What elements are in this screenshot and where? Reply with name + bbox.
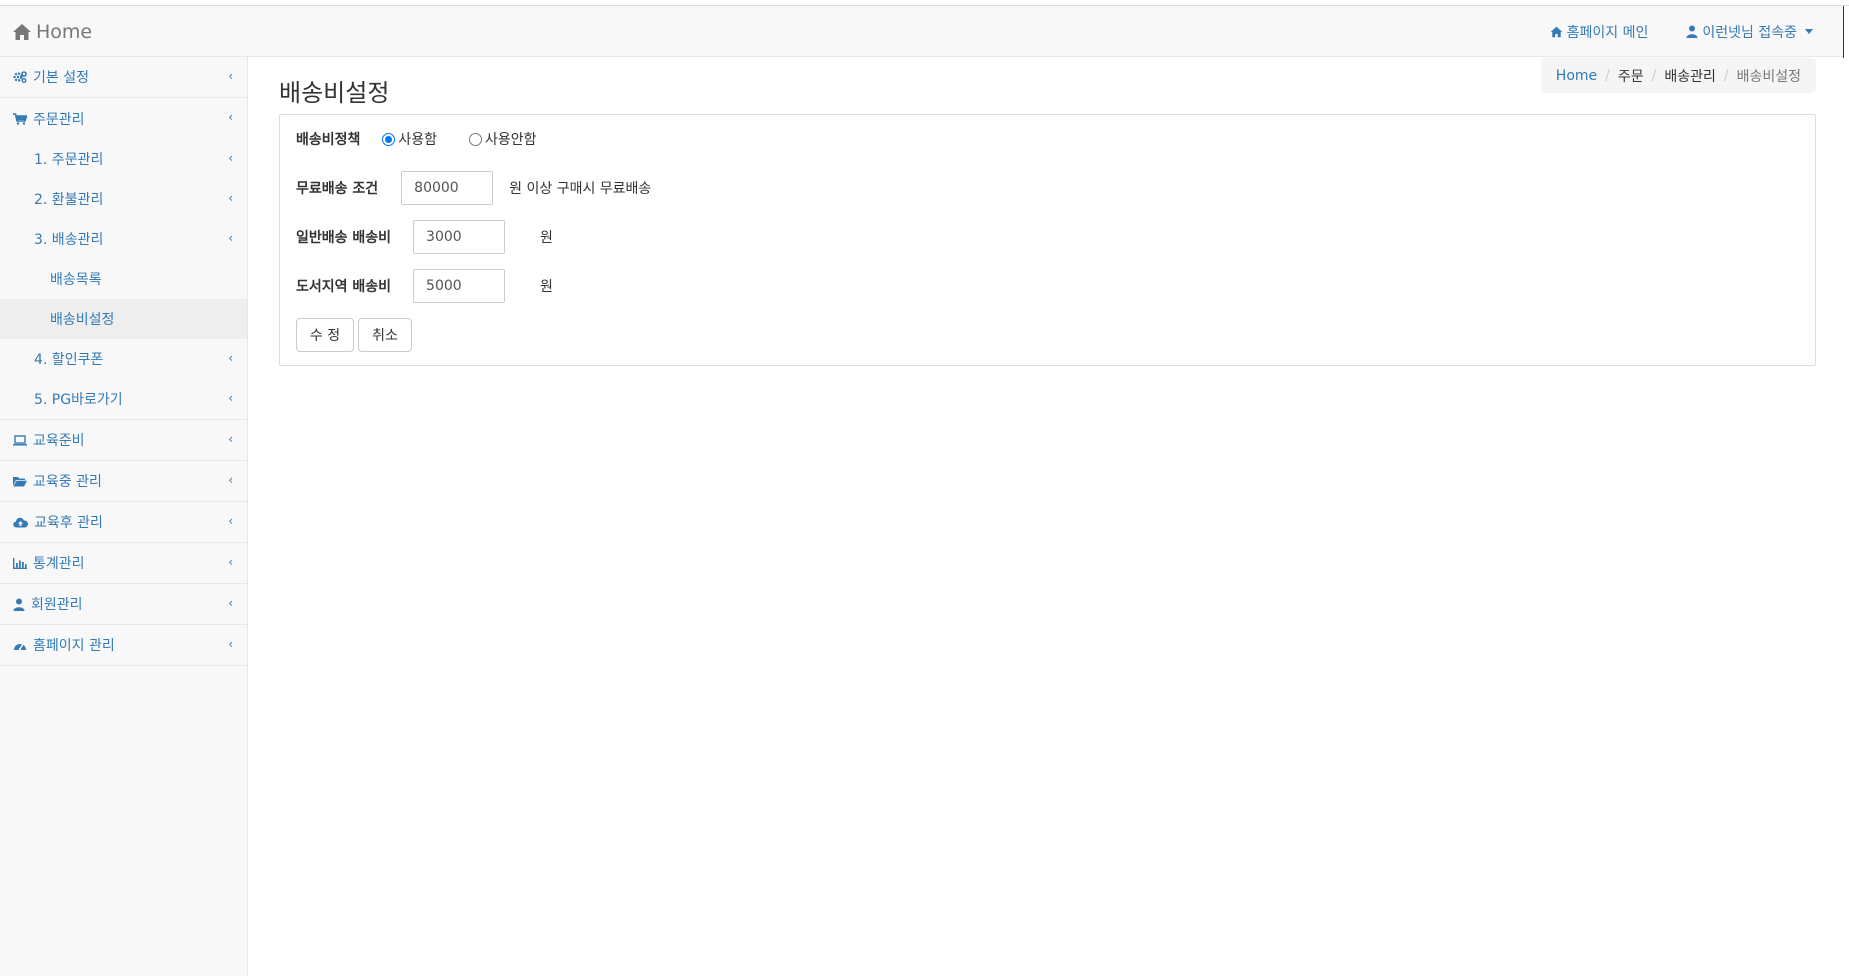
sidebar-subitem-shipping-list[interactable]: 배송목록 [0, 259, 247, 299]
shipping-fee-form-panel: 배송비정책 사용함 사용안함 무료배송 조건 원 이상 구매시 무료배송 일반배… [279, 114, 1816, 366]
user-menu-dropdown[interactable]: 이런넷님 접속중 [1686, 22, 1813, 42]
sidebar-item-education-prep[interactable]: 교육준비 ‹ [0, 420, 247, 461]
user-icon [13, 598, 25, 611]
laptop-icon [13, 434, 27, 446]
normal-shipping-fee-input[interactable] [413, 220, 506, 254]
sidebar-item-label: 기본 설정 [33, 70, 89, 86]
sidebar-item-members[interactable]: 회원관리 ‹ [0, 584, 247, 625]
app-root: Home 홈페이지 메인 이런넷님 접속중 기본 설정 ‹ 주문관리 ‹ 1. … [0, 0, 1849, 976]
user-icon [1686, 25, 1698, 38]
sidebar-item-education-ongoing[interactable]: 교육중 관리 ‹ [0, 461, 247, 502]
normal-shipping-label: 일반배송 배송비 [296, 230, 392, 246]
chevron-left-icon: ‹ [228, 432, 233, 446]
page-title: 배송비설정 [279, 79, 390, 107]
free-shipping-label: 무료배송 조건 [296, 181, 379, 197]
home-icon [12, 23, 32, 41]
sidebar-item-label: 5. PG바로가기 [34, 392, 123, 408]
homepage-main-link[interactable]: 홈페이지 메인 [1550, 22, 1649, 42]
top-navbar: Home 홈페이지 메인 이런넷님 접속중 [0, 6, 1843, 57]
sidebar-subitem-orders[interactable]: 1. 주문관리 ‹ [0, 139, 247, 179]
sidebar-item-basic-settings[interactable]: 기본 설정 ‹ [0, 57, 247, 98]
island-shipping-label: 도서지역 배송비 [296, 279, 392, 295]
normal-shipping-unit: 원 [540, 230, 553, 246]
policy-row: 배송비정책 사용함 사용안함 [296, 129, 537, 149]
navbar-right: 홈페이지 메인 이런넷님 접속중 [1550, 6, 1813, 57]
dashboard-icon [13, 640, 27, 651]
user-menu-label: 이런넷님 접속중 [1702, 24, 1797, 41]
breadcrumb-shipping: 배송관리 [1664, 68, 1716, 85]
free-shipping-unit: 원 이상 구매시 무료배송 [509, 181, 652, 197]
breadcrumb-separator: / [1723, 67, 1729, 84]
chevron-left-icon: ‹ [228, 637, 233, 651]
sidebar-item-label: 주문관리 [33, 111, 85, 128]
window-right-edge [1843, 6, 1849, 58]
breadcrumb-order: 주문 [1617, 68, 1644, 85]
sidebar-item-label: 교육중 관리 [33, 474, 102, 490]
chevron-left-icon: ‹ [228, 351, 233, 365]
sidebar-item-order-management[interactable]: 주문관리 ‹ [0, 98, 247, 139]
policy-on-option[interactable]: 사용함 [382, 129, 437, 149]
brand-home-link[interactable]: Home [12, 19, 92, 45]
chevron-left-icon: ‹ [228, 191, 233, 205]
caret-down-icon [1805, 29, 1813, 34]
breadcrumb-separator: / [1605, 67, 1610, 84]
sidebar-item-label: 3. 배송관리 [34, 232, 104, 248]
homepage-main-label: 홈페이지 메인 [1566, 24, 1649, 41]
sidebar-item-label: 교육후 관리 [34, 515, 103, 531]
home-icon [1550, 26, 1563, 38]
sidebar-item-label: 회원관리 [31, 597, 83, 613]
chevron-left-icon: ‹ [228, 555, 233, 569]
breadcrumb-separator: / [1651, 67, 1657, 84]
sidebar-subitem-shipping-fee-settings[interactable]: 배송비설정 [0, 299, 247, 339]
sidebar-item-homepage-management[interactable]: 홈페이지 관리 ‹ [0, 625, 247, 666]
sidebar-item-label: 2. 환불관리 [34, 192, 104, 208]
breadcrumb: Home / 주문 / 배송관리 / 배송비설정 [1540, 58, 1816, 93]
chevron-left-icon: ‹ [228, 514, 233, 528]
island-shipping-row: 도서지역 배송비 원 [296, 269, 553, 303]
breadcrumb-home-link[interactable]: Home [1556, 68, 1597, 84]
sidebar-item-label: 1. 주문관리 [34, 152, 104, 168]
sidebar-item-statistics[interactable]: 통계관리 ‹ [0, 543, 247, 584]
sidebar-item-label: 배송목록 [50, 272, 102, 288]
sidebar-subitem-coupons[interactable]: 4. 할인쿠폰 ‹ [0, 339, 247, 379]
sidebar-item-label: 4. 할인쿠폰 [34, 352, 104, 368]
sidebar-item-label: 통계관리 [33, 556, 85, 572]
normal-shipping-row: 일반배송 배송비 원 [296, 220, 553, 254]
cart-icon [13, 112, 27, 125]
sidebar-item-label: 홈페이지 관리 [33, 638, 115, 654]
policy-label: 배송비정책 [296, 132, 361, 148]
policy-off-label: 사용안함 [485, 132, 537, 148]
save-button[interactable]: 수 정 [296, 318, 354, 352]
sidebar-item-label: 교육준비 [33, 433, 85, 449]
brand-label: Home [36, 21, 93, 43]
sidebar-subitem-shipping[interactable]: 3. 배송관리 ‹ [0, 219, 247, 259]
island-shipping-unit: 원 [540, 279, 553, 295]
sidebar-subitem-pg[interactable]: 5. PG바로가기 ‹ [0, 379, 247, 420]
form-actions: 수 정 취소 [296, 318, 412, 352]
chevron-left-icon: ‹ [228, 473, 233, 487]
chevron-left-icon: ‹ [228, 231, 233, 245]
free-shipping-row: 무료배송 조건 원 이상 구매시 무료배송 [296, 171, 651, 205]
folder-open-icon [13, 476, 27, 487]
chevron-left-icon: ‹ [228, 151, 233, 165]
breadcrumb-current: 배송비설정 [1736, 68, 1801, 85]
policy-on-label: 사용함 [398, 132, 438, 148]
island-shipping-fee-input[interactable] [413, 269, 506, 303]
sidebar-subitem-refunds[interactable]: 2. 환불관리 ‹ [0, 179, 247, 219]
chevron-left-icon: ‹ [228, 69, 233, 83]
free-shipping-threshold-input[interactable] [401, 171, 494, 205]
policy-off-radio[interactable] [469, 132, 483, 146]
sidebar-item-education-after[interactable]: 교육후 관리 ‹ [0, 502, 247, 543]
cloud-upload-icon [13, 517, 28, 528]
chevron-left-icon: ‹ [228, 110, 233, 124]
sidebar: 기본 설정 ‹ 주문관리 ‹ 1. 주문관리 ‹ 2. 환불관리 ‹ 3. 배송… [0, 57, 248, 976]
gears-icon [13, 71, 27, 83]
policy-on-radio[interactable] [382, 132, 396, 146]
cancel-button[interactable]: 취소 [358, 318, 412, 352]
chevron-left-icon: ‹ [228, 391, 233, 405]
bar-chart-icon [13, 557, 27, 569]
sidebar-item-label: 배송비설정 [50, 312, 115, 328]
policy-off-option[interactable]: 사용안함 [469, 129, 537, 149]
chevron-left-icon: ‹ [228, 596, 233, 610]
